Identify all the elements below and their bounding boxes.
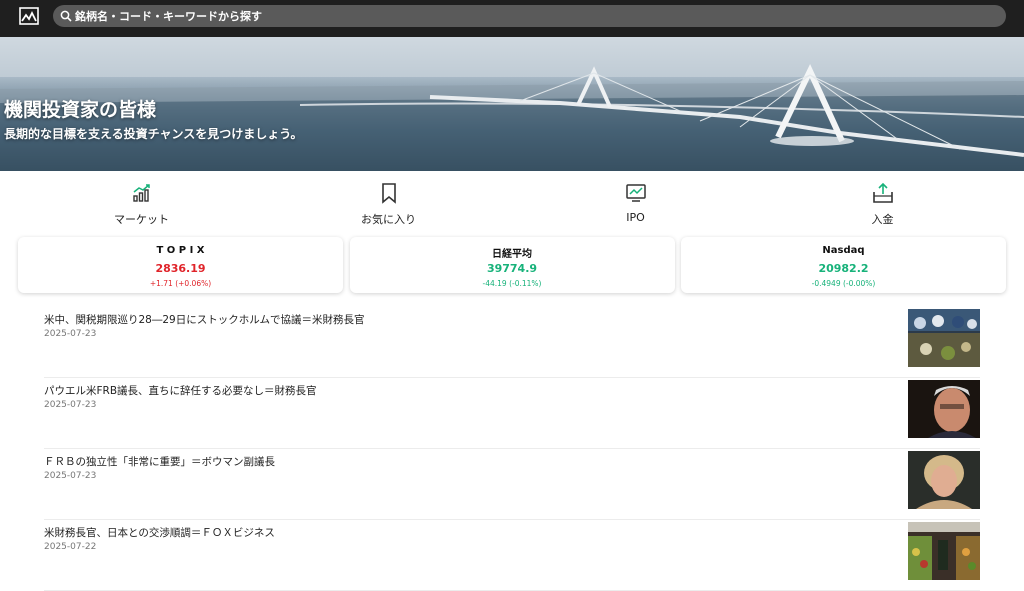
banner-title: 機関投資家の皆様: [4, 99, 157, 121]
index-value: 2836.19: [155, 262, 206, 275]
search-placeholder: 銘柄名・コード・キーワードから探す: [75, 10, 262, 23]
nav-market[interactable]: マーケット: [18, 182, 265, 230]
top-bar: 銘柄名・コード・キーワードから探す: [0, 0, 1024, 37]
portrait-photo: [908, 380, 980, 438]
news-title[interactable]: 米財務長官、日本との交渉順調＝ＦＯＸビジネス: [44, 525, 275, 540]
banner-subtitle: 長期的な目標を支える投資チャンスを見つけましょう。: [4, 127, 303, 141]
meeting-table-photo: [908, 309, 980, 367]
news-thumbnail[interactable]: [908, 451, 980, 509]
index-name: Nasdaq: [822, 245, 865, 256]
index-change: +1.71 (+0.06%): [149, 279, 212, 288]
nav-deposit-label: 入金: [871, 213, 894, 226]
news-item[interactable]: ＦＲＢの独立性「非常に重要」＝ボウマン副議長 2025-07-23: [44, 449, 980, 520]
news-item[interactable]: 米中、関税期限巡り28―29日にストックホルムで協議＝米財務長官 2025-07…: [44, 307, 980, 378]
index-card-nikkei[interactable]: 日経平均 39774.9 -44.19 (-0.11%): [349, 237, 675, 293]
news-date: 2025-07-22: [44, 542, 97, 552]
nav-favorites[interactable]: お気に入り: [265, 182, 512, 230]
grocery-store-photo: [908, 522, 980, 580]
deposit-icon: [872, 182, 893, 203]
news-thumbnail[interactable]: [908, 522, 980, 580]
monitor-chart-icon: [625, 184, 646, 202]
index-cards: T O P I X 2836.19 +1.71 (+0.06%) 日経平均 39…: [18, 237, 1006, 293]
nav-ipo[interactable]: IPO: [512, 182, 759, 230]
news-thumbnail[interactable]: [908, 309, 980, 367]
quick-nav: マーケット お気に入り IPO 入金: [18, 182, 1006, 230]
market-chart-icon: [132, 184, 150, 202]
index-name: T O P I X: [156, 245, 205, 256]
news-item[interactable]: パウエル米FRB議長、直ちに辞任する必要なし＝財務長官 2025-07-23: [44, 378, 980, 449]
news-date: 2025-07-23: [44, 329, 97, 339]
search-icon: [60, 10, 72, 22]
bookmark-icon: [381, 183, 396, 204]
news-date: 2025-07-23: [44, 400, 97, 410]
news-date: 2025-07-23: [44, 471, 97, 481]
index-value: 39774.9: [486, 262, 538, 275]
news-title[interactable]: ＦＲＢの独立性「非常に重要」＝ボウマン副議長: [44, 454, 275, 469]
index-card-nasdaq[interactable]: Nasdaq 20982.2 -0.4949 (-0.00%): [681, 237, 1006, 293]
news-item[interactable]: 米財務長官、日本との交渉順調＝ＦＯＸビジネス 2025-07-22: [44, 520, 980, 591]
portrait-photo: [908, 451, 980, 509]
nav-deposit[interactable]: 入金: [759, 182, 1006, 230]
index-change: -44.19 (-0.11%): [482, 279, 542, 288]
news-thumbnail[interactable]: [908, 380, 980, 438]
app-logo-icon[interactable]: [19, 7, 39, 25]
search-bar[interactable]: 銘柄名・コード・キーワードから探す: [53, 5, 1006, 27]
nav-ipo-label: IPO: [626, 211, 645, 224]
index-change: -0.4949 (-0.00%): [811, 279, 876, 288]
hero-banner: 機関投資家の皆様 長期的な目標を支える投資チャンスを見つけましょう。: [0, 37, 1024, 171]
news-title[interactable]: パウエル米FRB議長、直ちに辞任する必要なし＝財務長官: [44, 383, 317, 398]
nav-market-label: マーケット: [114, 213, 169, 226]
nav-favorites-label: お気に入り: [361, 213, 416, 226]
news-list: 米中、関税期限巡り28―29日にストックホルムで協議＝米財務長官 2025-07…: [44, 307, 980, 591]
index-card-topix[interactable]: T O P I X 2836.19 +1.71 (+0.06%): [18, 237, 343, 293]
index-name: 日経平均: [492, 249, 532, 260]
news-title[interactable]: 米中、関税期限巡り28―29日にストックホルムで協議＝米財務長官: [44, 312, 365, 327]
index-value: 20982.2: [818, 262, 869, 275]
